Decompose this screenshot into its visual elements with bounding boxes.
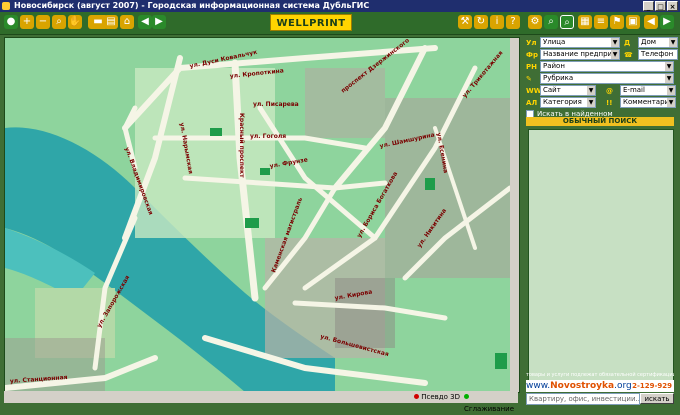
close-button[interactable]: × (667, 1, 678, 11)
status-bar: Псевдо 3D Сглаживание (4, 391, 518, 413)
phone-field[interactable]: Телефон (638, 49, 678, 60)
chevron-down-icon: ▼ (669, 38, 677, 47)
list-icon[interactable]: ≡ (594, 15, 608, 29)
ad-search-placeholder: Квартиру, офис, инвестиции... (529, 395, 640, 403)
search-tab-icon[interactable]: ⌕ (560, 15, 574, 29)
green-dot-icon (464, 394, 469, 399)
city-map[interactable]: ул. Дуси Ковальчук ул. Кропоткина проспе… (4, 37, 520, 393)
street-label: ул. Гоголя (250, 133, 286, 140)
ad-search-button[interactable]: искать (640, 393, 674, 404)
district-select[interactable]: Район ▼ (540, 61, 674, 72)
company-icon: Фр (526, 50, 538, 59)
back-nav-icon[interactable]: ◀ (644, 15, 658, 29)
company-select[interactable]: Название предприятия▼ (540, 49, 620, 60)
industrial-block (335, 278, 395, 348)
info-icon[interactable]: i (490, 15, 504, 29)
street-label: ул. Писарева (253, 101, 299, 108)
smoothing-label: Сглаживание (464, 405, 515, 413)
pseudo3d-label: Псевдо 3D (421, 393, 460, 401)
forward-arrow-icon[interactable]: ▶ (152, 15, 166, 29)
results-list[interactable] (528, 129, 674, 383)
building-icon[interactable]: ▦ (578, 15, 592, 29)
app-icon (2, 2, 10, 10)
globe-icon[interactable]: ● (4, 15, 18, 29)
red-dot-icon (414, 394, 419, 399)
zoom-fit-icon[interactable]: ⌕ (52, 15, 66, 29)
ad-site-prefix: www. (526, 381, 551, 391)
ad-phone: 2-129-929 (632, 382, 672, 390)
simple-search-button[interactable]: ОБЫЧНЫЙ ПОИСК (526, 117, 674, 126)
category-select-label: Категория (543, 98, 582, 106)
ad-site-brand: Novostroyka (550, 381, 615, 391)
search-icon[interactable]: ⌕ (544, 15, 558, 29)
hand-icon[interactable]: ✋ (68, 15, 82, 29)
search-panel: Ул Улица ▼ Д Дом ▼ Фр Название предприятия… (522, 37, 678, 405)
forward-nav-icon[interactable]: ▶ (660, 15, 674, 29)
street-label: ул. Трикотажная (461, 49, 504, 99)
company-select-label: Название предприятия (543, 50, 619, 58)
site-select[interactable]: Сайт ▼ (540, 85, 596, 96)
chevron-down-icon: ▼ (587, 86, 595, 95)
chevron-down-icon: ▼ (667, 98, 675, 107)
district-select-label: Район (543, 62, 565, 70)
ad-banner[interactable]: www.Novostroyka.org 2-129-929 (526, 380, 674, 392)
street-select[interactable]: Улица ▼ (540, 37, 620, 48)
ad-site-suffix: .org (614, 381, 632, 391)
phone-field-label: Телефон (641, 50, 674, 58)
house-select-label: Дом (641, 38, 657, 46)
map-scrollbar[interactable] (510, 38, 519, 392)
zoom-out-icon[interactable]: − (36, 15, 50, 29)
refresh-icon[interactable]: ↻ (474, 15, 488, 29)
ad-search-input[interactable]: Квартиру, офис, инвестиции... (526, 393, 640, 405)
gear-icon[interactable]: ⚙ (528, 15, 542, 29)
chevron-down-icon: ▼ (611, 50, 619, 59)
ad-note: товары и услуги подлежат обязательной се… (526, 372, 674, 378)
maximize-button[interactable]: □ (655, 1, 666, 11)
camera-icon[interactable]: ▣ (626, 15, 640, 29)
chevron-down-icon: ▼ (667, 86, 675, 95)
street-select-label: Улица (543, 38, 566, 46)
comment-icon: !! (606, 98, 613, 107)
comment-select[interactable]: Комментарий ▼ (620, 97, 676, 108)
print-icon[interactable]: ▤ (104, 15, 118, 29)
chevron-down-icon: ▼ (665, 62, 673, 71)
main-toolbar: ● + − ⌕ ✋ ▬ ▤ ⌂ ◀ ▶ WELLPRINT ⚒ ↻ i ? ⚙ … (0, 12, 680, 35)
home-icon[interactable]: ⌂ (120, 15, 134, 29)
phone-icon: ☎ (624, 50, 633, 59)
north-block (305, 68, 385, 138)
street-label: ул. Фрунзе (269, 156, 308, 170)
email-select[interactable]: E-mail ▼ (620, 85, 676, 96)
tools-icon[interactable]: ⚒ (458, 15, 472, 29)
zoom-in-icon[interactable]: + (20, 15, 34, 29)
house-select[interactable]: Дом ▼ (638, 37, 678, 48)
chevron-down-icon: ▼ (611, 38, 619, 47)
map-canvas[interactable]: ул. Дуси Ковальчук ул. Кропоткина проспе… (5, 38, 510, 392)
site-icon: WW (526, 86, 542, 95)
chevron-down-icon: ▼ (587, 98, 595, 107)
email-icon: @ (606, 86, 613, 95)
window-title: Новосибирск (август 2007) - Городская ин… (14, 1, 370, 10)
site-select-label: Сайт (543, 86, 561, 94)
minimize-button[interactable]: _ (643, 1, 654, 11)
simple-search-label: ОБЫЧНЫЙ ПОИСК (562, 117, 638, 125)
rubric-select[interactable]: Рубрика ▼ (540, 73, 674, 84)
house-icon: Д (624, 38, 631, 47)
chevron-down-icon: ▼ (665, 74, 673, 83)
street-icon: Ул (526, 38, 537, 47)
email-select-label: E-mail (623, 86, 645, 94)
street-label: Красный проспект (238, 113, 245, 178)
flag-icon[interactable]: ⚑ (610, 15, 624, 29)
rubric-select-label: Рубрика (543, 74, 574, 82)
district-icon: РН (526, 62, 537, 71)
rubric-icon: ✎ (526, 74, 532, 83)
back-arrow-icon[interactable]: ◀ (138, 15, 152, 29)
category-select[interactable]: Категория ▼ (540, 97, 596, 108)
smoothing-toggle[interactable]: Сглаживание (464, 391, 518, 415)
help-icon[interactable]: ? (506, 15, 520, 29)
category-icon: АЛ (526, 98, 538, 107)
wellprint-logo: WELLPRINT (270, 14, 352, 31)
title-bar: Новосибирск (август 2007) - Городская ин… (0, 0, 680, 12)
pseudo3d-toggle[interactable]: Псевдо 3D (414, 391, 460, 403)
